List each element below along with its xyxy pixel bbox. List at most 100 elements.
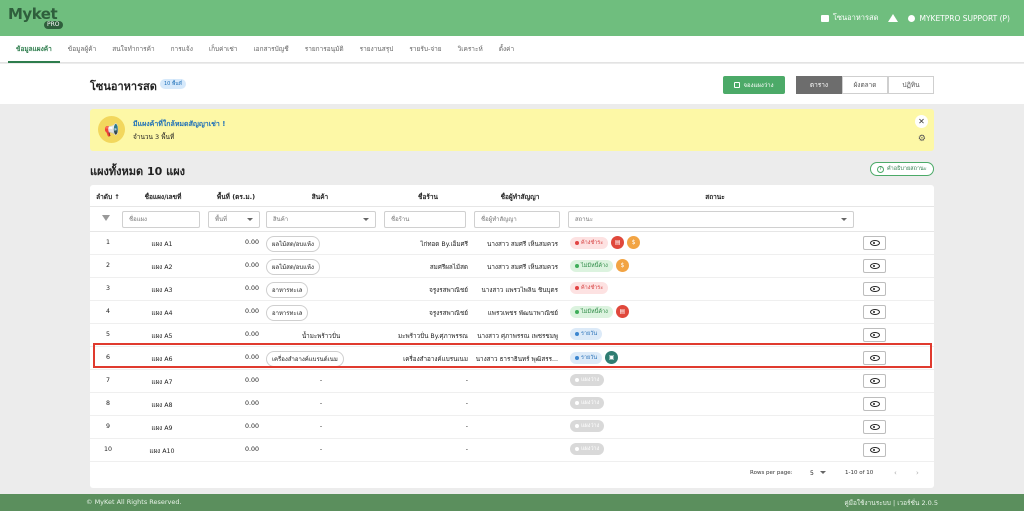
user-label: MYKETPRO SUPPORT (P) bbox=[919, 13, 1010, 23]
rows-per-page-label: Rows per page: bbox=[750, 470, 793, 476]
view-details-button[interactable] bbox=[863, 328, 886, 342]
view-details-button[interactable] bbox=[863, 420, 886, 434]
menu-item-8[interactable]: รายรับ-จ่าย bbox=[401, 36, 449, 63]
filter-tenant-input[interactable]: ชื่อผู้ทำสัญญา bbox=[474, 211, 560, 228]
view-table-button[interactable]: ตาราง bbox=[796, 76, 842, 94]
reserve-stall-button[interactable]: จองแผงว่าง bbox=[723, 76, 785, 94]
table-row[interactable]: 7 แผง A7 0.00 - - แผงว่าง bbox=[90, 370, 934, 393]
filter-name-input[interactable]: ชื่อแผง bbox=[122, 211, 200, 228]
coin-status-icon[interactable]: $ bbox=[615, 259, 629, 272]
view-details-button[interactable] bbox=[863, 259, 886, 273]
row-number: 7 bbox=[105, 377, 110, 384]
header-shop[interactable]: ชื่อร้าน bbox=[390, 192, 466, 202]
logo-pro-badge: PRO bbox=[44, 21, 63, 29]
header-no[interactable]: ลำดับ ↑ bbox=[92, 192, 124, 202]
status-badge: ค้างชำระ bbox=[570, 282, 609, 294]
view-details-button[interactable] bbox=[863, 374, 886, 388]
stall-area: 0.00 bbox=[244, 308, 259, 315]
stall-area: 0.00 bbox=[244, 331, 259, 338]
stall-name: แผง A3 bbox=[151, 287, 173, 294]
shop-selector[interactable]: โซนอาหารสด bbox=[820, 12, 879, 24]
row-number: 8 bbox=[105, 400, 110, 407]
table-row[interactable]: 8 แผง A8 0.00 - - แผงว่าง bbox=[90, 393, 934, 416]
shop-name: มะพร้าวปั่น By.ศุภาพรรณ bbox=[397, 333, 468, 340]
menu-item-10[interactable]: ตั้งค่า bbox=[491, 36, 522, 63]
selected-row-highlight bbox=[93, 343, 932, 368]
view-details-button[interactable] bbox=[863, 282, 886, 296]
header-product[interactable]: สินค้า bbox=[270, 192, 370, 202]
stall-name: แผง A4 bbox=[151, 310, 173, 317]
menu-item-0[interactable]: ข้อมูลแผงค้า bbox=[8, 36, 60, 63]
menu-item-4[interactable]: เก็บค่าเช่า bbox=[201, 36, 246, 63]
row-number: 10 bbox=[103, 446, 112, 453]
next-page-icon[interactable]: › bbox=[916, 469, 919, 477]
filter-icon[interactable] bbox=[102, 215, 110, 221]
status-badge: แผงว่าง bbox=[570, 443, 605, 455]
status-cell: แผงว่าง bbox=[570, 420, 605, 432]
filter-shop-input[interactable]: ชื่อร้าน bbox=[384, 211, 466, 228]
contract-expiry-alert: 📢 มีแผงค้าที่ใกล้หมดสัญญาเช่า ! จำนวน 3 … bbox=[90, 109, 934, 151]
alert-subtitle: จำนวน 3 พื้นที่ bbox=[133, 133, 175, 141]
menu-item-7[interactable]: รายงานสรุป bbox=[352, 36, 402, 63]
status-cell: ค้างชำระ ▤ $ bbox=[570, 236, 641, 249]
menu-item-3[interactable]: การแจ้ง bbox=[163, 36, 201, 63]
table-row[interactable]: 9 แผง A9 0.00 - - แผงว่าง bbox=[90, 416, 934, 439]
footer-version[interactable]: คู่มือใช้งานระบบ | เวอร์ชั่น 2.0.5 bbox=[844, 498, 938, 508]
close-icon[interactable]: ✕ bbox=[915, 115, 928, 128]
alert-title[interactable]: มีแผงค้าที่ใกล้หมดสัญญาเช่า ! bbox=[133, 119, 225, 130]
shop-name: - bbox=[465, 423, 468, 430]
shop-label: โซนอาหารสด bbox=[832, 13, 879, 22]
stall-area: 0.00 bbox=[244, 423, 259, 430]
rows-per-page-select[interactable]: 5 bbox=[808, 467, 826, 480]
menu-item-6[interactable]: รายการอนุมัติ bbox=[297, 36, 352, 63]
table-row[interactable]: 3 แผง A3 0.00 อาหารทะเล จรูงรสพาณิชย์ นางสาว … bbox=[90, 278, 934, 301]
stall-area: 0.00 bbox=[244, 239, 259, 246]
header-name[interactable]: ชื่อแผง/เลขที่ bbox=[128, 192, 198, 202]
main-menu: ข้อมูลแผงค้า ข้อมูลผู้ค้า สนใจทำการค้า การแ… bbox=[0, 36, 1024, 63]
status-badge: แผงว่าง bbox=[570, 374, 605, 386]
home-icon[interactable] bbox=[888, 14, 899, 22]
menu-item-5[interactable]: เอกสารบัญชี bbox=[245, 36, 296, 63]
eye-icon bbox=[869, 424, 880, 430]
menu-item-1[interactable]: ข้อมูลผู้ค้า bbox=[60, 36, 104, 63]
view-details-button[interactable] bbox=[863, 305, 886, 319]
tenant-name: นางสาว สมศรี เห็นสมควร bbox=[487, 264, 558, 271]
view-details-button[interactable] bbox=[863, 236, 886, 250]
table-row[interactable]: 10 แผง A10 0.00 - - แผงว่าง bbox=[90, 439, 934, 462]
top-right-actions: โซนอาหารสด MYKETPRO SUPPORT (P) bbox=[820, 12, 1010, 24]
table-row[interactable]: 2 แผง A2 0.00 ผลไม้สด/อบแห้ง สมศรีผลไม้สด นาง… bbox=[90, 255, 934, 278]
view-map-button[interactable]: ผังตลาด bbox=[842, 76, 888, 94]
header-area[interactable]: พื้นที่ (ตร.ม.) bbox=[208, 192, 264, 202]
table-row[interactable]: 1 แผง A1 0.00 ผลไม้สด/อบแห้ง ไก่ทอด By.เอ็มศ… bbox=[90, 232, 934, 255]
product-cell: ผลไม้สด/อบแห้ง bbox=[266, 236, 320, 252]
view-details-button[interactable] bbox=[863, 443, 886, 457]
filter-status-select[interactable]: สถานะ bbox=[568, 211, 854, 228]
view-calendar-button[interactable]: ปฏิทิน bbox=[888, 76, 934, 94]
status-badge: แผงว่าง bbox=[570, 420, 605, 432]
filter-product-select[interactable]: สินค้า bbox=[266, 211, 376, 228]
doc-status-icon[interactable]: ▤ bbox=[611, 236, 625, 249]
status-help-button[interactable]: ? คำอธิบายสถานะ bbox=[870, 162, 934, 176]
status-badge: ไม่มีหนี้ค้าง bbox=[570, 305, 613, 318]
stall-name: แผง A7 bbox=[151, 379, 173, 386]
table-row[interactable]: 4 แผง A4 0.00 อาหารทะเล จรูงรสพาณิชย์ แพรวเพช… bbox=[90, 301, 934, 324]
count-badge: 10 พื้นที่ bbox=[160, 79, 186, 89]
filter-area-select[interactable]: พื้นที่ bbox=[208, 211, 260, 228]
pagination: Rows per page: 5 1-10 of 10 ‹ › bbox=[90, 463, 934, 485]
coin-status-icon[interactable]: $ bbox=[627, 236, 641, 249]
doc-status-icon[interactable]: ▤ bbox=[615, 305, 629, 318]
status-cell: ไม่มีหนี้ค้าง $ bbox=[570, 259, 629, 272]
reserve-label: จองแผงว่าง bbox=[743, 82, 774, 89]
eye-icon bbox=[869, 240, 880, 246]
user-menu[interactable]: MYKETPRO SUPPORT (P) bbox=[908, 14, 1010, 23]
view-details-button[interactable] bbox=[863, 397, 886, 411]
header-tenant[interactable]: ชื่อผู้ทำสัญญา bbox=[475, 192, 565, 202]
gear-icon[interactable]: ⚙ bbox=[918, 134, 926, 144]
product-chip: ผลไม้สด/อบแห้ง bbox=[266, 259, 320, 275]
stall-area: 0.00 bbox=[244, 262, 259, 269]
menu-item-9[interactable]: วิเคราะห์ bbox=[450, 36, 491, 63]
shop-name: สมศรีผลไม้สด bbox=[429, 264, 468, 271]
product-cell: ผลไม้สด/อบแห้ง bbox=[266, 259, 320, 275]
menu-item-2[interactable]: สนใจทำการค้า bbox=[104, 36, 162, 63]
prev-page-icon[interactable]: ‹ bbox=[894, 469, 897, 477]
